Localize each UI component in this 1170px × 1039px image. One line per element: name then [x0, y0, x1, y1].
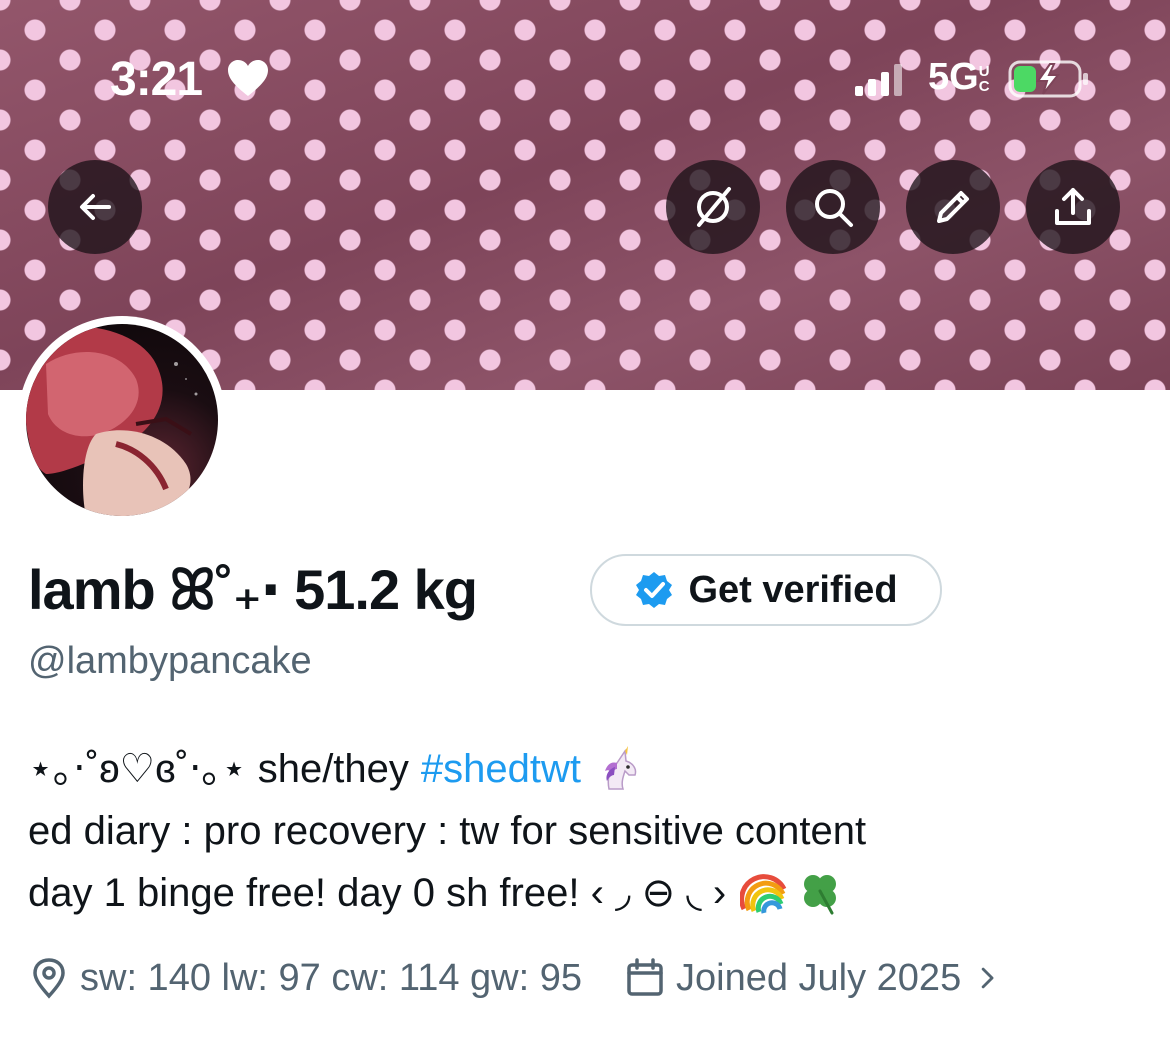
profile-meta: sw: 140 lw: 97 cw: 114 gw: 95 Joined Jul… [28, 950, 1005, 1006]
location-item: sw: 140 lw: 97 cw: 114 gw: 95 [28, 957, 582, 1000]
bio-line-3: day 1 binge free! day 0 sh free! ‹ ◞ ⊖ ◟… [28, 862, 1148, 924]
battery-charging-icon [1008, 60, 1088, 98]
arrow-left-icon [80, 194, 111, 220]
username-handle: @lambypancake [28, 640, 312, 682]
network-label: 5GUC [928, 56, 990, 98]
location-text: sw: 140 lw: 97 cw: 114 gw: 95 [80, 956, 582, 999]
bio-line-1-text: ⋆｡‧˚ʚ♡ɞ˚‧｡⋆ she/they [28, 747, 409, 791]
bio: ⋆｡‧˚ʚ♡ɞ˚‧｡⋆ she/they #shedtwt ed diary :… [28, 738, 1148, 924]
back-button[interactable] [48, 160, 142, 254]
avatar[interactable] [18, 316, 226, 524]
signal-icon [855, 64, 902, 96]
grok-button[interactable] [666, 160, 760, 254]
search-button[interactable] [786, 160, 880, 254]
bio-line-1: ⋆｡‧˚ʚ♡ɞ˚‧｡⋆ she/they #shedtwt [28, 738, 1148, 800]
verified-badge-icon [636, 572, 673, 608]
rainbow-icon [739, 869, 788, 917]
get-verified-label: Get verified [688, 568, 898, 611]
bio-line-3-text: day 1 binge free! day 0 sh free! ‹ ◞ ⊖ ◟… [28, 871, 727, 915]
get-verified-button[interactable]: Get verified [590, 554, 942, 626]
unicorn-icon [595, 745, 643, 793]
calendar-icon [627, 958, 663, 996]
joined-text: Joined July 2025 [676, 956, 962, 999]
status-bar: 3:21 5GUC [0, 0, 1170, 150]
bio-line-2: ed diary : pro recovery : tw for sensiti… [28, 809, 867, 853]
heart-icon [228, 60, 268, 96]
four-leaf-clover-icon [796, 869, 844, 917]
display-name: lamb ꕤ˚₊‧ 51.2 kg [28, 557, 478, 621]
chevron-right-icon [981, 967, 994, 989]
grok-icon [697, 187, 731, 227]
location-pin-icon [33, 958, 65, 999]
avatar-illustration [26, 326, 198, 516]
joined-item[interactable]: Joined July 2025 [624, 957, 1005, 1000]
hashtag-link[interactable]: #shedtwt [421, 738, 581, 800]
edit-button[interactable] [906, 160, 1000, 254]
status-time: 3:21 [110, 53, 203, 106]
display-name-row: lamb ꕤ˚₊‧ 51.2 kg [28, 555, 478, 625]
share-button[interactable] [1026, 160, 1120, 254]
pencil-icon [937, 191, 969, 223]
share-icon [1055, 188, 1091, 225]
search-icon [815, 189, 853, 227]
avatar-image [26, 324, 218, 516]
